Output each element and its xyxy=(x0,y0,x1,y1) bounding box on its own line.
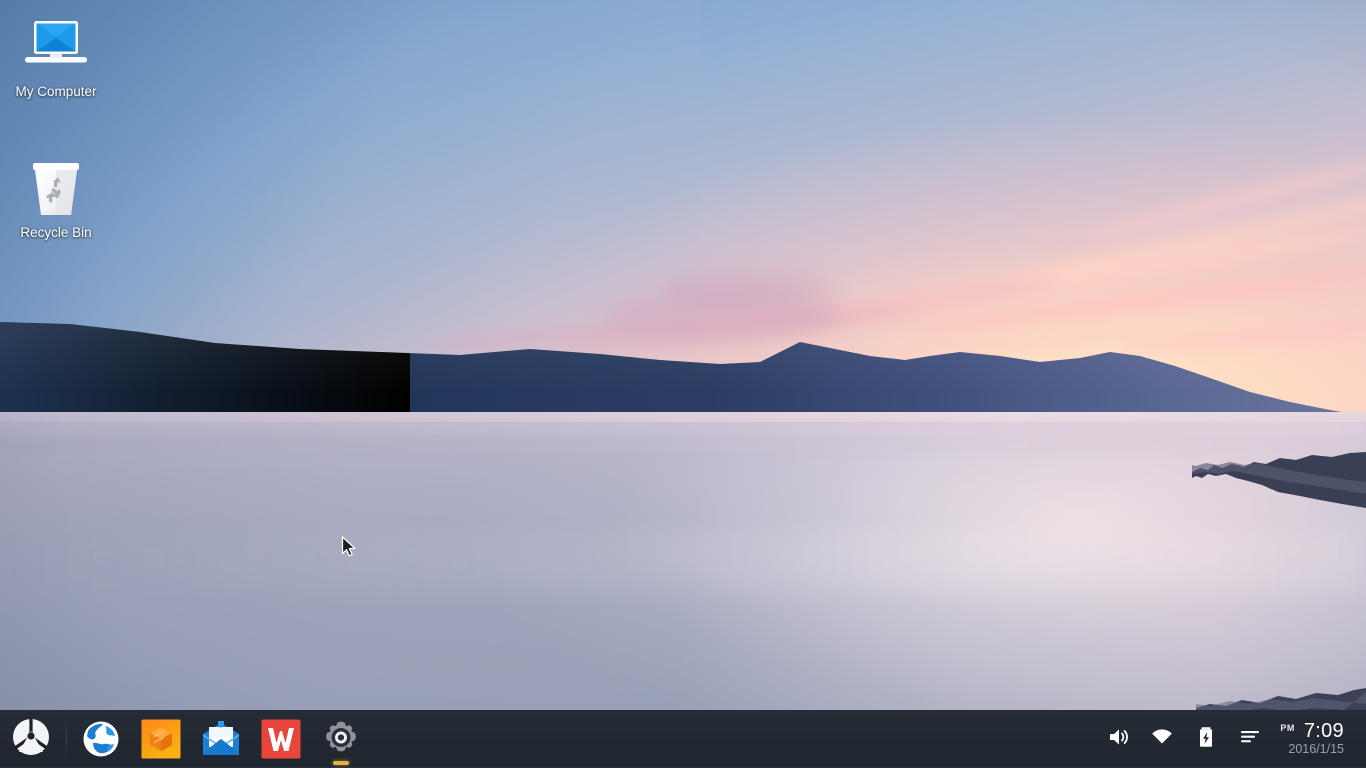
desktop-icon-recycle-bin[interactable]: Recycle Bin xyxy=(0,155,112,241)
taskbar-app-app-store[interactable] xyxy=(131,710,191,768)
desktop: My Computer xyxy=(0,0,1366,768)
orange-box-icon xyxy=(141,719,181,759)
gear-icon xyxy=(321,719,361,759)
list-lines-icon xyxy=(1239,726,1261,753)
desktop-icon-my-computer[interactable]: My Computer xyxy=(0,14,112,100)
desktop-icon-label: Recycle Bin xyxy=(20,225,91,241)
taskbar-clock[interactable]: PM 7:09 2016/1/15 xyxy=(1272,710,1358,768)
taskbar-app-wps-office[interactable] xyxy=(251,710,311,768)
taskbar: PM 7:09 2016/1/15 xyxy=(0,710,1366,768)
wallpaper-vignette xyxy=(0,0,1366,768)
deepin-launcher-icon xyxy=(12,718,50,761)
battery-charging-icon xyxy=(1195,726,1217,753)
trash-icon xyxy=(20,155,92,219)
speaker-icon xyxy=(1107,726,1129,753)
clock-time: 7:09 xyxy=(1304,721,1344,741)
taskbar-separator xyxy=(66,719,67,759)
clock-date: 2016/1/15 xyxy=(1288,742,1344,757)
taskbar-window-area xyxy=(371,710,1096,768)
taskbar-app-mail[interactable] xyxy=(191,710,251,768)
system-tray: PM 7:09 2016/1/15 xyxy=(1096,710,1366,768)
tray-notifications-button[interactable] xyxy=(1228,710,1272,768)
clock-time-row: PM 7:09 xyxy=(1280,721,1344,741)
clock-ampm: PM xyxy=(1280,723,1295,733)
tray-network-button[interactable] xyxy=(1140,710,1184,768)
desktop-wallpaper xyxy=(0,0,1366,768)
desktop-icon-label: My Computer xyxy=(15,84,96,100)
taskbar-left-section xyxy=(0,710,371,768)
app-running-indicator xyxy=(333,761,349,765)
envelope-icon xyxy=(201,719,241,759)
computer-icon xyxy=(20,14,92,78)
wps-w-icon xyxy=(261,719,301,759)
taskbar-app-settings[interactable] xyxy=(311,710,371,768)
launcher-button[interactable] xyxy=(0,710,62,768)
tray-volume-button[interactable] xyxy=(1096,710,1140,768)
globe-icon xyxy=(81,719,121,759)
tray-battery-button[interactable] xyxy=(1184,710,1228,768)
wifi-icon xyxy=(1151,726,1173,753)
taskbar-app-browser[interactable] xyxy=(71,710,131,768)
